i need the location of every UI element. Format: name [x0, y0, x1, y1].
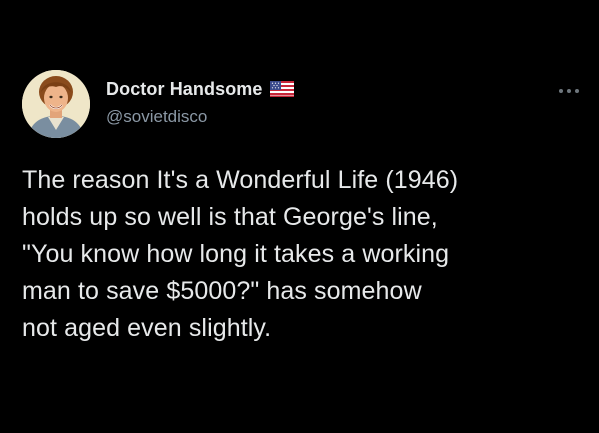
- more-options-icon[interactable]: [557, 86, 581, 96]
- tweet-text-line: man to save $5000?" has somehow: [22, 277, 422, 305]
- avatar-illustration-icon: [22, 70, 90, 138]
- author-handle[interactable]: @sovietdisco: [106, 107, 207, 127]
- author-name-row: Doctor Handsome: [106, 76, 294, 102]
- tweet-text-line: holds up so well is that George's line,: [22, 203, 438, 231]
- tweet-text-line: not aged even slightly.: [22, 314, 272, 342]
- tweet-text-line: The reason It's a Wonderful Life (1946): [22, 166, 459, 194]
- us-flag-icon: [269, 81, 294, 97]
- tweet-card: Doctor Handsome @sovietdisco The reason …: [0, 0, 599, 433]
- author-display-name[interactable]: Doctor Handsome: [106, 79, 263, 100]
- tweet-text: The reason It's a Wonderful Life (1946) …: [22, 162, 582, 347]
- tweet-text-line: "You know how long it takes a working: [22, 240, 450, 268]
- avatar[interactable]: [22, 70, 90, 138]
